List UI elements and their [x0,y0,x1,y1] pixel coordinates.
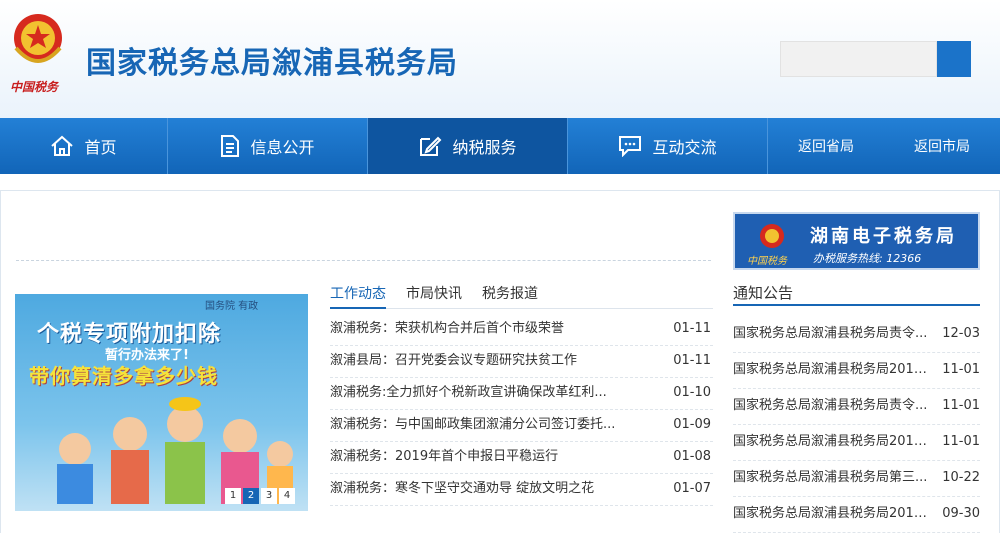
news-title[interactable]: 溆浦税务：荣获机构合并后首个市级荣誉 [330,314,564,345]
banner-page-4[interactable]: 4 [279,488,295,504]
tab-work-news[interactable]: 工作动态 [330,283,386,309]
news-title[interactable]: 溆浦税务:全力抓好个税新政宣讲确保改革红利... [330,378,607,409]
nav-label: 信息公开 [250,138,315,157]
notice-title[interactable]: 国家税务总局溆浦县税务局第三... [733,461,927,496]
etax-logo-caption: 中国税务 [747,256,787,267]
nav-label: 返回省局 [798,139,854,155]
notice-heading: 通知公告 [733,282,980,306]
site-header: 中国税务 国家税务总局溆浦县税务局 [0,0,1000,118]
notice-date: 10-22 [942,470,980,485]
search-input[interactable] [780,41,937,77]
divider [16,260,711,261]
notice-item[interactable]: 国家税务总局溆浦县税务局2018... 11-01 [733,425,980,461]
site-title[interactable]: 国家税务总局溆浦县税务局 [86,38,458,82]
etax-title: 湖南电子税务局 [810,226,957,247]
news-title[interactable]: 溆浦税务：与中国邮政集团溆浦分公司签订委托... [330,410,615,441]
news-item[interactable]: 溆浦税务：荣获机构合并后首个市级荣誉 01-11 [330,314,713,346]
news-title[interactable]: 溆浦税务：寒冬下坚守交通劝导 绽放文明之花 [330,474,594,505]
news-item[interactable]: 溆浦县局：召开党委会议专题研究扶贫工作 01-11 [330,346,713,378]
edit-icon [420,136,442,156]
main-nav: 首页 信息公开 纳税服务 互动交流 返回省局 返回市局 [0,118,1000,174]
news-date: 01-11 [673,353,711,368]
banner-pagination: 1 2 3 4 [225,488,295,504]
news-banner[interactable]: 国务院 有政 个税专项附加扣除 暂行办法来了! 带你算清多拿多少钱 [15,294,308,511]
news-list: 溆浦税务：荣获机构合并后首个市级荣誉 01-11 溆浦县局：召开党委会议专题研究扶… [330,314,713,506]
nav-label: 首页 [84,138,117,157]
tax-emblem-icon [760,224,784,248]
notice-date: 11-01 [942,362,980,377]
tab-tax-reports[interactable]: 税务报道 [482,283,538,308]
emblem-caption: 中国税务 [10,80,59,94]
nav-home[interactable]: 首页 [0,118,168,174]
banner-tagline: 带你算清多拿多少钱 [29,364,218,388]
banner-page-2[interactable]: 2 [243,488,259,504]
news-date: 01-09 [673,417,711,432]
nav-back-city[interactable]: 返回市局 [884,118,1000,174]
tab-city-news[interactable]: 市局快讯 [406,283,462,308]
notice-title[interactable]: 国家税务总局溆浦县税务局责令... [733,317,927,352]
notice-date: 11-01 [942,398,980,413]
notice-item[interactable]: 国家税务总局溆浦县税务局第三... 10-22 [733,461,980,497]
news-item[interactable]: 溆浦税务：与中国邮政集团溆浦分公司签订委托... 01-09 [330,410,713,442]
news-date: 01-11 [673,321,711,336]
notice-title[interactable]: 国家税务总局溆浦县税务局2018... [733,497,928,532]
notice-item[interactable]: 国家税务总局溆浦县税务局2018... 09-30 [733,497,980,533]
news-tabs: 工作动态 市局快讯 税务报道 [330,283,713,309]
nav-label: 纳税服务 [452,138,517,157]
tax-emblem-icon[interactable]: 中国税务 [8,8,68,98]
news-item[interactable]: 溆浦税务:全力抓好个税新政宣讲确保改革红利... 01-10 [330,378,713,410]
news-date: 01-07 [673,481,711,496]
nav-back-province[interactable]: 返回省局 [768,118,884,174]
etax-hotline: 办税服务热线: 12366 [813,252,922,265]
nav-label: 互动交流 [652,138,717,157]
notice-date: 09-30 [942,506,980,521]
etax-banner[interactable]: 中国税务 湖南电子税务局 办税服务热线: 12366 [733,212,980,270]
nav-tax-service[interactable]: 纳税服务 [368,118,568,174]
search-button[interactable] [937,41,971,77]
nav-label: 返回市局 [914,139,970,155]
notice-item[interactable]: 国家税务总局溆浦县税务局责令... 11-01 [733,389,980,425]
news-item[interactable]: 溆浦税务：寒冬下坚守交通劝导 绽放文明之花 01-07 [330,474,713,506]
notice-date: 11-01 [942,434,980,449]
nav-interaction[interactable]: 互动交流 [568,118,768,174]
notice-item[interactable]: 国家税务总局溆浦县税务局2018... 11-01 [733,353,980,389]
banner-page-3[interactable]: 3 [261,488,277,504]
news-date: 01-10 [673,385,711,400]
notice-item[interactable]: 国家税务总局溆浦县税务局责令... 12-03 [733,317,980,353]
home-icon [51,135,74,156]
notice-date: 12-03 [942,326,980,341]
notice-title[interactable]: 国家税务总局溆浦县税务局2018... [733,353,928,388]
notice-title[interactable]: 国家税务总局溆浦县税务局2018... [733,425,928,460]
news-item[interactable]: 溆浦税务：2019年首个申报日平稳运行 01-08 [330,442,713,474]
document-icon [221,135,240,157]
banner-page-1[interactable]: 1 [225,488,241,504]
news-title[interactable]: 溆浦税务：2019年首个申报日平稳运行 [330,442,558,473]
news-date: 01-08 [673,449,711,464]
notice-list: 国家税务总局溆浦县税务局责令... 12-03 国家税务总局溆浦县税务局2018.… [733,317,980,533]
banner-brand: 国务院 有政 [205,301,259,312]
chat-icon [619,136,642,157]
news-title[interactable]: 溆浦县局：召开党委会议专题研究扶贫工作 [330,346,577,377]
nav-info-public[interactable]: 信息公开 [168,118,368,174]
notice-title[interactable]: 国家税务总局溆浦县税务局责令... [733,389,927,424]
